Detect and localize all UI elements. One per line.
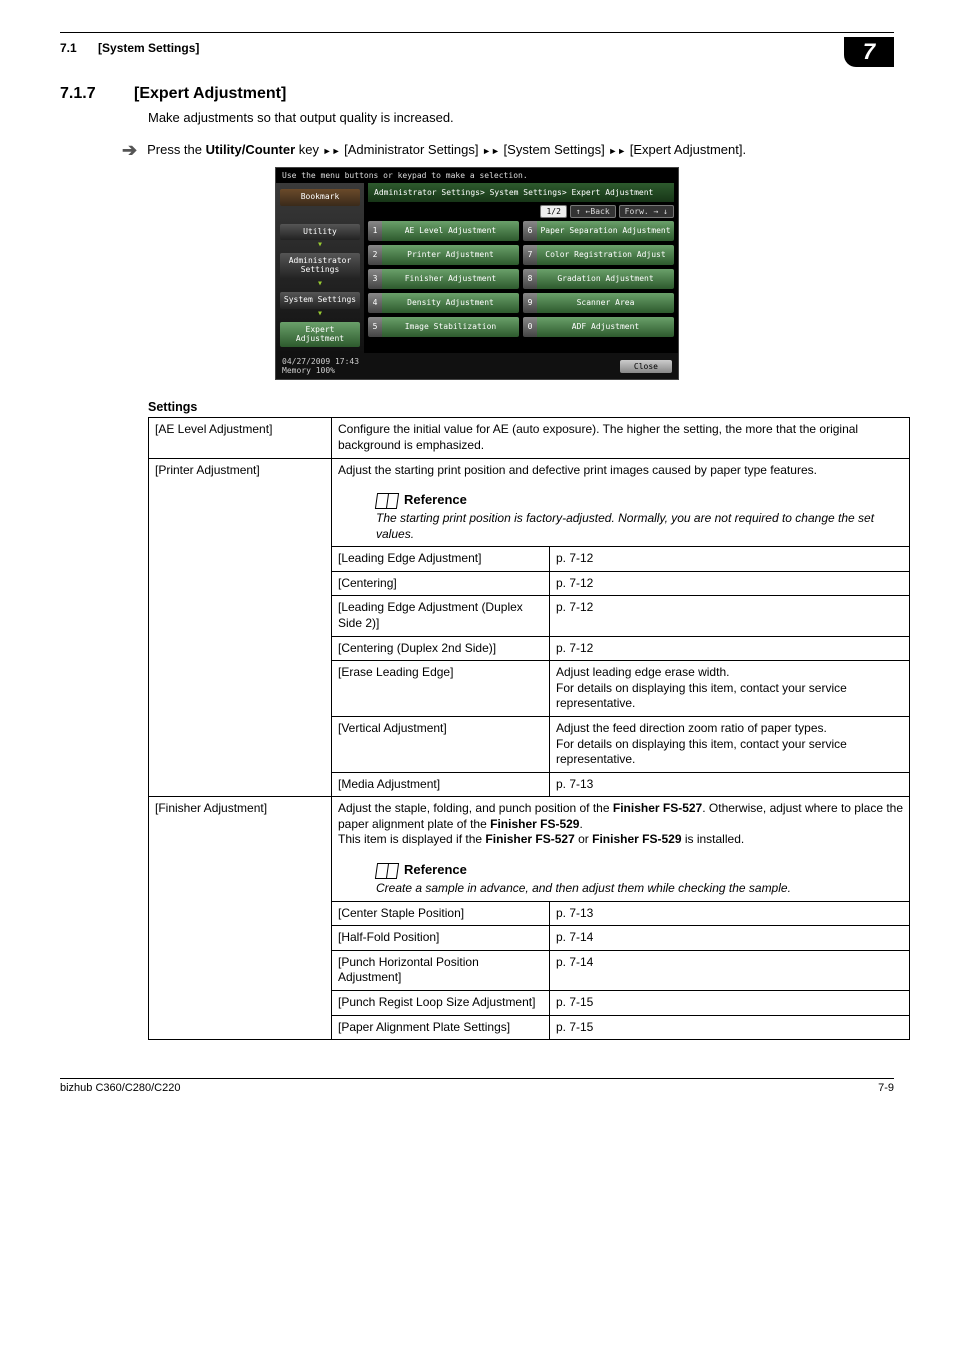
chapter-tab: 7 <box>844 37 894 67</box>
down-arrow-icon: ▾ <box>280 242 360 248</box>
sub-setting-name: [Media Adjustment] <box>332 772 550 797</box>
footer-model: bizhub C360/C280/C220 <box>60 1082 180 1094</box>
bookmark-button[interactable]: Bookmark <box>280 189 360 206</box>
sub-setting-page: p. 7-14 <box>550 926 910 951</box>
menu-item-ae-level[interactable]: 1AE Level Adjustment <box>368 221 519 241</box>
sub-setting-page: p. 7-15 <box>550 990 910 1015</box>
device-screenshot: Use the menu buttons or keypad to make a… <box>275 167 679 381</box>
section-number: 7.1.7 <box>60 85 106 103</box>
system-settings-button[interactable]: System Settings <box>280 292 360 309</box>
menu-item-paper-sep[interactable]: 6Paper Separation Adjustment <box>523 221 674 241</box>
settings-heading: Settings <box>148 400 894 414</box>
close-button[interactable]: Close <box>620 360 672 373</box>
settings-table: [AE Level Adjustment] Configure the init… <box>148 417 910 1040</box>
pager-forward-button[interactable]: Forw. → ↓ <box>619 205 674 218</box>
sub-setting-page: p. 7-13 <box>550 772 910 797</box>
reference-block: Reference Create a sample in advance, an… <box>376 862 903 896</box>
sub-setting-name: [Centering] <box>332 571 550 596</box>
reference-body: The starting print position is factory-a… <box>376 511 903 542</box>
setting-name: [Finisher Adjustment] <box>149 797 332 1040</box>
setting-desc: Adjust the starting print position and d… <box>332 458 910 547</box>
nav-instruction: Press the Utility/Counter key ►► [Admini… <box>147 141 746 159</box>
menu-item-printer-adj[interactable]: 2Printer Adjustment <box>368 245 519 265</box>
sub-setting-name: [Center Staple Position] <box>332 901 550 926</box>
menu-item-gradation[interactable]: 8Gradation Adjustment <box>523 269 674 289</box>
sub-setting-name: [Paper Alignment Plate Settings] <box>332 1015 550 1040</box>
sub-setting-page: p. 7-14 <box>550 950 910 990</box>
nav-key-suffix: key <box>295 142 322 157</box>
expert-adjustment-button[interactable]: Expert Adjustment <box>280 322 360 348</box>
device-memory: Memory 100% <box>282 366 359 375</box>
footer-page-number: 7-9 <box>878 1082 894 1094</box>
section-intro: Make adjustments so that output quality … <box>148 109 894 127</box>
down-arrow-icon: ▾ <box>280 281 360 287</box>
sub-setting-desc: Adjust the feed direction zoom ratio of … <box>550 716 910 772</box>
sub-setting-name: [Centering (Duplex 2nd Side)] <box>332 636 550 661</box>
reference-icon <box>375 493 399 509</box>
sub-setting-page: p. 7-15 <box>550 1015 910 1040</box>
menu-item-scanner-area[interactable]: 9Scanner Area <box>523 293 674 313</box>
setting-name: [Printer Adjustment] <box>149 458 332 797</box>
running-header: 7.1 [System Settings] <box>60 37 199 55</box>
nav-prefix: Press the <box>147 142 206 157</box>
arrow-icon: ➔ <box>122 141 137 159</box>
reference-block: Reference The starting print position is… <box>376 492 903 542</box>
menu-item-density-adj[interactable]: 4Density Adjustment <box>368 293 519 313</box>
sub-setting-page: p. 7-12 <box>550 596 910 636</box>
down-arrow-icon: ▾ <box>280 311 360 317</box>
header-section-number: 7.1 <box>60 41 77 55</box>
reference-title: Reference <box>404 862 467 879</box>
sub-setting-name: [Punch Horizontal Position Adjustment] <box>332 950 550 990</box>
header-section-title: [System Settings] <box>98 41 199 55</box>
nav-trail-1: [Administrator Settings] <box>340 142 482 157</box>
sub-setting-name: [Half-Fold Position] <box>332 926 550 951</box>
menu-item-adf-adj[interactable]: 0ADF Adjustment <box>523 317 674 337</box>
pager-page: 1/2 <box>540 205 566 218</box>
setting-desc: Configure the initial value for AE (auto… <box>332 418 910 458</box>
sub-setting-page: p. 7-12 <box>550 636 910 661</box>
device-footer-info: 04/27/2009 17:43 Memory 100% <box>282 357 359 375</box>
reference-body: Create a sample in advance, and then adj… <box>376 881 903 897</box>
menu-item-image-stab[interactable]: 5Image Stabilization <box>368 317 519 337</box>
sub-setting-desc: Adjust leading edge erase width. For det… <box>550 661 910 717</box>
section-title: [Expert Adjustment] <box>134 85 286 103</box>
nav-key: Utility/Counter <box>206 142 296 157</box>
nav-trail-3: [Expert Adjustment]. <box>626 142 746 157</box>
setting-name: [AE Level Adjustment] <box>149 418 332 458</box>
sub-setting-page: p. 7-12 <box>550 571 910 596</box>
nav-trail-2: [System Settings] <box>500 142 608 157</box>
utility-button[interactable]: Utility <box>280 224 360 241</box>
reference-icon <box>375 863 399 879</box>
device-breadcrumb: Administrator Settings> System Settings>… <box>368 183 674 202</box>
sub-setting-name: [Vertical Adjustment] <box>332 716 550 772</box>
device-datetime: 04/27/2009 17:43 <box>282 357 359 366</box>
printer-adj-desc: Adjust the starting print position and d… <box>338 463 817 477</box>
reference-title: Reference <box>404 492 467 509</box>
sub-setting-page: p. 7-13 <box>550 901 910 926</box>
sub-setting-name: [Punch Regist Loop Size Adjustment] <box>332 990 550 1015</box>
setting-desc: Adjust the staple, folding, and punch po… <box>332 797 910 901</box>
menu-item-color-reg[interactable]: 7Color Registration Adjust <box>523 245 674 265</box>
menu-item-finisher-adj[interactable]: 3Finisher Adjustment <box>368 269 519 289</box>
sub-setting-name: [Erase Leading Edge] <box>332 661 550 717</box>
sub-setting-page: p. 7-12 <box>550 547 910 572</box>
device-topbar: Use the menu buttons or keypad to make a… <box>276 168 678 183</box>
pager-back-button[interactable]: ↑ ←Back <box>570 205 616 218</box>
sub-setting-name: [Leading Edge Adjustment] <box>332 547 550 572</box>
admin-settings-button[interactable]: Administrator Settings <box>280 253 360 279</box>
sub-setting-name: [Leading Edge Adjustment (Duplex Side 2)… <box>332 596 550 636</box>
